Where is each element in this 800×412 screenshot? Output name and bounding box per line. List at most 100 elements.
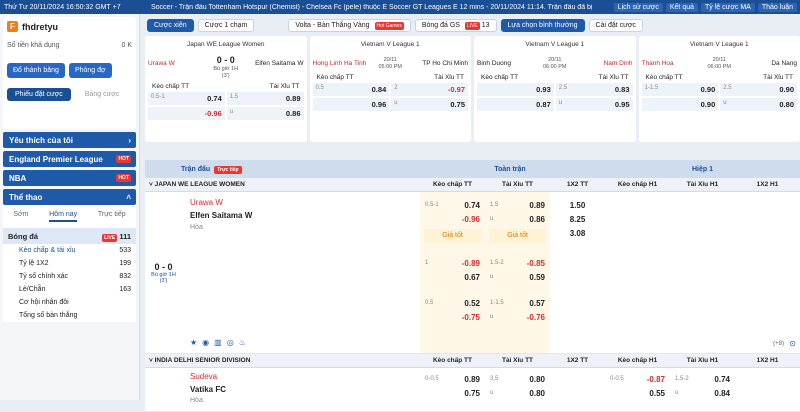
odds-button[interactable]: u0.75 [391,98,468,111]
main-content: Cược xiên Cược 1 chạm Volta - Bàn Thắng … [145,14,800,400]
more-markets[interactable]: (+8) [773,341,784,347]
tab-early[interactable]: Sớm [13,211,28,222]
odds-button[interactable]: u0.86 [227,107,304,120]
odds-button[interactable]: -0.96 [420,212,485,226]
sport-count: 111 [119,232,131,241]
sports-header[interactable]: Thể thao˄ [3,189,136,205]
odds-button[interactable]: u0.95 [556,98,633,111]
odds-button[interactable]: 1-0.89 [420,256,485,270]
favorites-header[interactable]: Yêu thích của tôi› [3,132,136,148]
odds-button[interactable]: 2-0.97 [391,83,468,96]
card-ou-label: Tài Xỉu TT [270,83,300,90]
sort-select[interactable]: Lựa chọn bình thường [501,19,585,32]
live-tag: Trực tiếp [214,166,241,174]
parlay-button[interactable]: Cược xiên [147,19,194,32]
expand-icon[interactable]: ⊙ [789,339,796,348]
away-team[interactable]: Vatika FC [190,385,412,394]
odds-button[interactable]: u0.80 [485,386,550,400]
odds-button[interactable]: 0.50.84 [313,83,390,96]
home-team[interactable]: Sudeva [190,372,412,381]
odds-button[interactable]: 0.93 [477,83,554,96]
match-card[interactable]: Vietnam V League 1 Thanh HoaDa Nang 20/1… [639,36,800,142]
star-icon[interactable]: ★ [190,338,202,347]
odds-button[interactable]: 0.5-10.74 [420,198,485,212]
match-card[interactable]: Vietnam V League 1 Binh DuongNam Dinh 20… [474,36,636,142]
odds-button[interactable]: 0.5-10.74 [148,92,225,105]
odds-button[interactable]: 1.5-20.74 [670,372,735,386]
tab-bet-slip[interactable]: Phiếu đặt cược [7,88,71,101]
league-header[interactable]: ˅ INDIA DELHI SENIOR DIVISION Kèo chấp T… [145,354,800,368]
match-card[interactable]: Japan WE League Women Urawa WElfen Saita… [145,36,307,142]
odds-button[interactable]: 1-1.50.90 [642,83,719,96]
sub-item[interactable]: Tỷ số chính xác832 [3,270,136,283]
odds-button[interactable]: 0.50.52 [420,296,485,310]
discuss-button[interactable]: Thảo luận [758,3,797,12]
odds-button[interactable]: u-0.76 [485,310,550,324]
sub-count: 832 [119,273,131,280]
odds-button[interactable]: 8.25 [550,212,605,226]
sub-item[interactable]: Tổng số bàn thắng [3,309,136,322]
draw-label: Hòa [190,224,412,231]
sub-label: Tỷ lệ 1X2 [19,260,49,267]
odds-type-button[interactable]: Tỷ lệ cược MA [701,3,755,12]
odds-button[interactable]: 1.5-2-0.85 [485,256,550,270]
odds-button[interactable]: 0.67 [420,270,485,284]
league-header[interactable]: ˅ JAPAN WE LEAGUE WOMEN Kèo chấp TT Tài … [145,178,800,192]
stats-icon[interactable]: ▥ [214,338,227,347]
odds-button[interactable]: 0.90 [642,98,719,111]
league-england[interactable]: England Premier LeagueHOT [3,151,136,167]
odds-button[interactable]: 0.96 [313,98,390,111]
live-icon[interactable]: ◎ [227,338,239,347]
sub-label: Cơ hội nhân đôi [19,299,69,306]
history-button[interactable]: Lịch sử cược [614,3,663,12]
deposit-button[interactable]: Đổ thành băng [7,63,65,78]
col-ou-h1: Tài Xỉu H1 [670,357,735,364]
odds-button[interactable]: 1.50.89 [485,198,550,212]
odds-button[interactable]: 0.87 [477,98,554,111]
news-ticker[interactable]: Soccer - Trận đấu Tottenham Hotspur (Che… [145,4,614,11]
room-button[interactable]: Phòng đợ [69,63,112,78]
sub-item[interactable]: Tỷ lệ 1X2199 [3,257,136,270]
result-button[interactable]: Kết quả [666,3,698,12]
odds-button[interactable]: 0.55 [605,386,670,400]
brand-logo-icon: F [7,21,18,32]
fire-icon[interactable]: ♨ [239,338,251,347]
league-nba[interactable]: NBAHOT [3,170,136,186]
tab-today[interactable]: Hôm nay [49,211,77,222]
odds-button[interactable]: u0.86 [485,212,550,226]
odds-button[interactable]: 3.50.80 [485,372,550,386]
odds-button[interactable]: 0-0.5-0.87 [605,372,670,386]
match-card[interactable]: Vietnam V League 1 Hong Linh Ha TinhTP H… [310,36,472,142]
user-row: F fhdretyu [7,21,132,32]
single-bet-button[interactable]: Cược 1 chạm [198,19,255,32]
line: 2.5 [723,85,731,94]
sub-item[interactable]: Cơ hội nhân đôi [3,296,136,309]
odds-button[interactable]: -0.75 [420,310,485,324]
odds-button[interactable]: 1.50.89 [227,92,304,105]
odds-button[interactable]: u0.59 [485,270,550,284]
home-team[interactable]: Urawa W [190,198,412,207]
sport-soccer[interactable]: Bóng đá LIVE 111 [3,228,136,244]
odds-button[interactable]: 1-1.50.57 [485,296,550,310]
tab-live[interactable]: Trực tiếp [98,211,126,222]
hot-badge: HOT [116,155,131,163]
odds-button[interactable]: u0.80 [720,98,797,111]
volta-button[interactable]: Volta - Bàn Thắng Vàng Hot Games [288,19,410,32]
match-tools[interactable]: ★◉▥◎♨ [190,338,251,347]
settings-button[interactable]: Cài đặt cược [589,19,643,32]
odds-button[interactable]: 1.50 [550,198,605,212]
col-ou: Tài Xỉu TT [485,181,550,188]
away-team[interactable]: Elfen Saitama W [190,211,412,220]
tab-bet-board[interactable]: Bảng cược [77,88,128,101]
odds-button[interactable]: 0-0.50.89 [420,372,485,386]
video-icon[interactable]: ◉ [202,338,214,347]
odds-button[interactable]: -0.96 [148,107,225,120]
sub-item[interactable]: Lẻ/Chẵn163 [3,283,136,296]
odds-button[interactable]: 3.08 [550,226,605,240]
odds-button[interactable]: u0.84 [670,386,735,400]
sub-item[interactable]: Kèo chấp & tài xỉu533 [3,244,136,257]
gs-button[interactable]: Bóng đá GS LIVE 13 [415,19,497,32]
odds-button[interactable]: 0.75 [420,386,485,400]
odds-button[interactable]: 2.50.83 [556,83,633,96]
odds-button[interactable]: 2.50.90 [720,83,797,96]
